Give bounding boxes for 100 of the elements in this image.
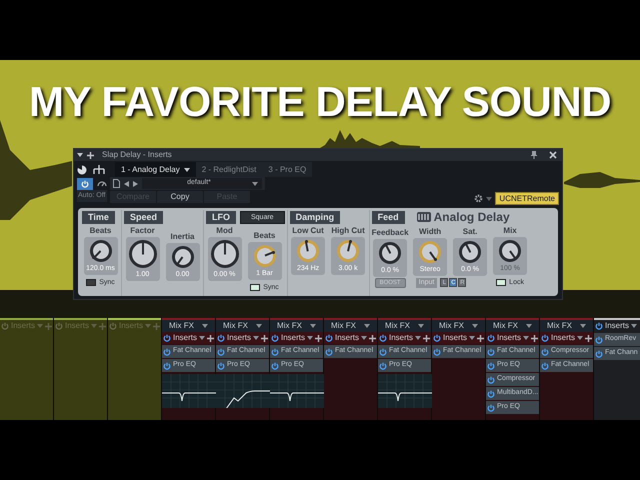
caret-icon [91,324,98,328]
knob-indicator-line [264,251,274,257]
power-icon [163,348,171,356]
mix-fx-dropdown[interactable]: Mix FX [162,320,215,332]
caret-icon [364,324,370,328]
caret-icon [523,336,530,340]
caret-icon [472,324,478,328]
mix-fx-dropdown[interactable]: Mix FX [378,320,431,332]
power-icon [325,348,333,356]
knob-indicator-line [384,244,392,254]
gauge-icon[interactable] [97,180,107,187]
previous-icon[interactable] [124,180,129,186]
power-icon [271,362,279,370]
knob-label: Beats [90,226,112,236]
caret-icon [252,182,258,186]
preset-action-button[interactable]: Copy [157,191,203,203]
toggle-switch[interactable] [496,278,506,286]
add-icon[interactable] [531,334,538,342]
add-icon[interactable] [315,334,322,342]
add-icon[interactable] [207,334,214,342]
section-title: LFO [206,210,236,224]
knob-label: Factor [130,226,155,236]
slot-tab[interactable]: 3 - Pro EQ [262,162,312,177]
add-icon[interactable] [423,334,430,342]
knob-label: Inertia [170,232,194,242]
power-icon [487,348,495,356]
caret-icon [199,336,206,340]
mix-fx-dropdown[interactable]: Mix FX [270,320,323,332]
caret-icon [202,324,208,328]
inserts-header[interactable]: Inserts [595,320,638,332]
dial-icon[interactable] [77,164,87,174]
power-icon [487,404,495,412]
rotary-knob[interactable] [128,240,156,268]
caret-icon [184,168,190,172]
eq-curve-drawing [378,374,432,408]
slot-tab[interactable]: 2 - RedlightDist [196,162,262,177]
mix-fx-dropdown[interactable]: Mix FX [324,320,377,332]
power-icon [55,322,63,330]
power-icon [109,322,117,330]
rotary-knob[interactable] [172,246,194,268]
caret-icon [77,153,83,157]
mix-fx-dropdown[interactable]: Mix FX [216,320,269,332]
section-title: Feed [372,210,405,224]
rotary-knob[interactable] [459,241,482,263]
power-icon [379,334,387,342]
knob-indicator-line [142,240,144,255]
mix-fx-dropdown[interactable]: Mix FX [540,320,593,332]
power-icon [433,348,441,356]
eq-curve-drawing [270,374,324,408]
knob-indicator-line [224,240,226,255]
add-icon[interactable] [585,334,592,342]
video-title: MY FAVORITE DELAY SOUND [28,77,612,124]
slot-tab[interactable]: 1 - Analog Delay [115,162,196,177]
add-icon[interactable] [87,152,94,158]
next-icon[interactable] [133,180,138,186]
caret-icon [253,336,260,340]
power-button[interactable] [77,178,93,190]
knob-indicator-line [176,256,184,266]
knob-label: Sat. [462,227,478,237]
brand-logo-icon [416,212,431,222]
power-icon [217,334,225,342]
close-icon[interactable] [549,151,557,159]
routing-icon[interactable] [93,164,105,174]
mix-fx-dropdown[interactable]: Mix FX [486,320,539,332]
rotary-knob[interactable] [379,242,402,264]
power-icon [163,362,171,370]
caret-icon [361,336,368,340]
caret-icon [145,324,152,328]
power-icon [487,390,495,398]
rotary-knob[interactable] [337,240,360,262]
settings-icon[interactable] [474,194,484,203]
rotary-knob[interactable] [254,245,276,267]
add-icon[interactable] [477,334,484,342]
knob-label: High Cut [331,226,365,236]
section-title: Time [82,210,115,224]
power-icon [271,348,279,356]
section-title: Speed [124,210,164,224]
knob-label: Feedback [372,228,409,238]
caret-icon [526,324,532,328]
power-icon [433,334,441,342]
pin-icon[interactable] [531,151,537,159]
rotary-knob[interactable] [297,240,320,262]
mix-fx-dropdown[interactable]: Mix FX [432,320,485,332]
power-icon [541,334,549,342]
document-icon[interactable] [113,179,120,188]
knob-indicator-line [347,240,352,252]
section-title: Damping [290,210,340,224]
rotary-knob[interactable] [90,240,112,262]
toggle-switch[interactable] [250,284,260,290]
rotary-knob[interactable] [419,241,442,263]
power-icon [487,376,495,384]
caret-icon [256,324,262,328]
power-icon [325,334,333,342]
rotary-knob[interactable] [499,240,522,262]
caret-icon [37,324,44,328]
add-icon[interactable] [369,334,376,342]
power-icon [595,322,603,330]
rotary-knob[interactable] [210,240,238,268]
add-icon[interactable] [261,334,268,342]
toggle-switch[interactable] [86,278,96,286]
